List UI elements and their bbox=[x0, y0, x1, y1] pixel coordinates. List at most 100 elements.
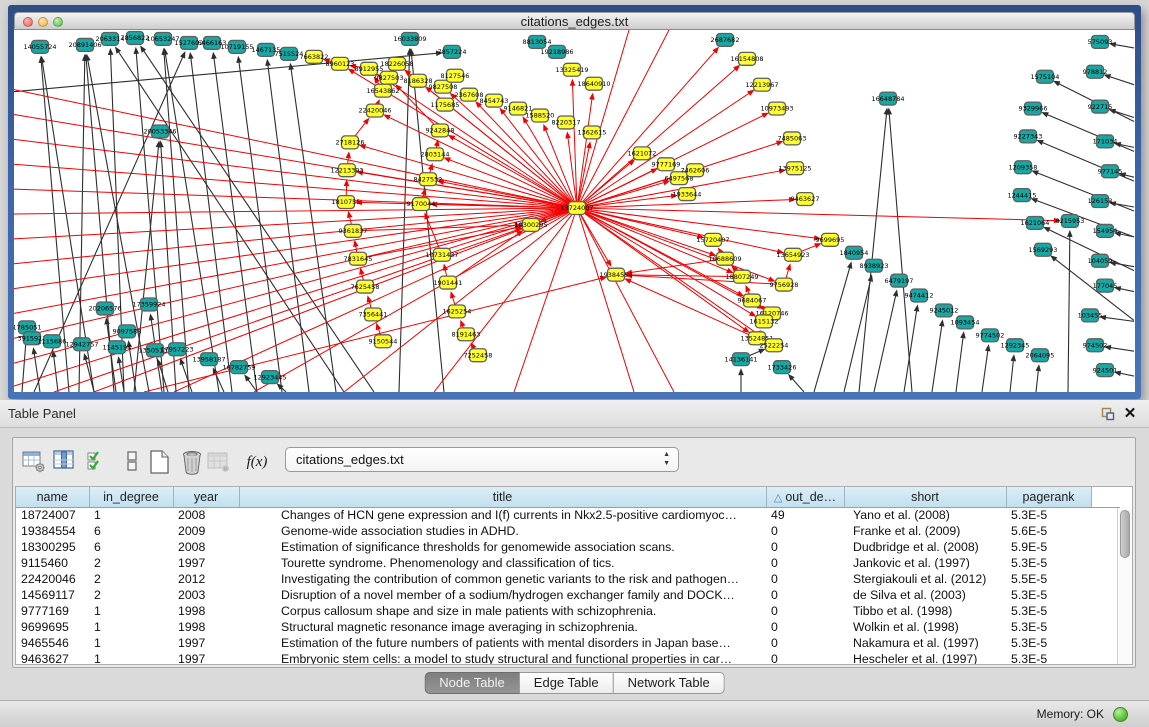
graph-node[interactable]: 8215953 bbox=[1056, 214, 1085, 227]
graph-node[interactable]: 20053346 bbox=[143, 125, 176, 138]
column-header-year[interactable]: year bbox=[173, 487, 239, 507]
table-cell[interactable]: 0 bbox=[766, 539, 844, 555]
table-cell[interactable]: Nakamura et al. (1997) bbox=[844, 635, 1006, 651]
table-cell[interactable]: 6 bbox=[89, 523, 173, 539]
graph-node[interactable]: 12213393 bbox=[330, 164, 363, 177]
graph-node[interactable]: 20206576 bbox=[88, 302, 121, 315]
table-cell[interactable]: 5.3E-5 bbox=[1006, 651, 1091, 665]
table-cell[interactable]: de Silva et al. (2003) bbox=[844, 587, 1006, 603]
column-header-pagerank[interactable]: pagerank bbox=[1006, 487, 1091, 507]
table-cell[interactable]: 9463627 bbox=[16, 651, 89, 665]
table-cell[interactable]: 0 bbox=[766, 523, 844, 539]
table-cell[interactable]: 1 bbox=[89, 603, 173, 619]
graph-node[interactable]: 16543862 bbox=[366, 84, 399, 97]
graph-node[interactable]: 8427552 bbox=[414, 173, 443, 186]
graph-node[interactable]: 1933644 bbox=[673, 188, 702, 201]
graph-node[interactable]: 1810755 bbox=[332, 196, 361, 209]
table-cell[interactable] bbox=[1091, 619, 1120, 635]
graph-node[interactable]: 13325419 bbox=[555, 63, 588, 76]
function-builder-icon[interactable]: f(x) bbox=[241, 448, 273, 476]
graph-node[interactable]: 1093454 bbox=[951, 316, 980, 329]
table-cell[interactable]: 0 bbox=[766, 651, 844, 665]
graph-node[interactable]: 7252458 bbox=[464, 349, 493, 362]
graph-node[interactable]: 922715 bbox=[1088, 100, 1113, 113]
graph-node[interactable]: 10688609 bbox=[708, 252, 741, 265]
table-row[interactable]: 969969511998Structural magnetic resonanc… bbox=[16, 619, 1120, 635]
table-cell[interactable]: 9465546 bbox=[16, 635, 89, 651]
scrollbar-thumb[interactable] bbox=[1120, 510, 1130, 558]
table-cell[interactable]: 0 bbox=[766, 587, 844, 603]
graph-node[interactable]: 16648784 bbox=[871, 92, 904, 105]
table-cell[interactable]: 5.3E-5 bbox=[1006, 619, 1091, 635]
table-cell[interactable]: Tourette syndrome. Phenomenology and cla… bbox=[239, 555, 766, 571]
table-cell[interactable]: 2012 bbox=[173, 571, 239, 587]
memory-status-icon[interactable] bbox=[1113, 707, 1128, 722]
table-cell[interactable]: 1 bbox=[89, 619, 173, 635]
graph-node[interactable]: 8220317 bbox=[552, 116, 581, 129]
table-cell[interactable]: Genome-wide association studies in ADHD. bbox=[239, 523, 766, 539]
table-cell[interactable]: Dudbridge et al. (2008) bbox=[844, 539, 1006, 555]
table-cell[interactable] bbox=[1091, 523, 1120, 539]
table-cell[interactable]: 5.3E-5 bbox=[1006, 635, 1091, 651]
tab-network-table[interactable]: Network Table bbox=[614, 672, 725, 694]
graph-node[interactable]: 2718126 bbox=[336, 136, 365, 149]
table-cell[interactable]: 0 bbox=[766, 635, 844, 651]
table-cell[interactable]: 18300295 bbox=[16, 539, 89, 555]
table-cell[interactable]: 49 bbox=[766, 507, 844, 523]
table-cell[interactable]: Investigating the contribution of common… bbox=[239, 571, 766, 587]
table-row[interactable]: 1830029562008Estimation of significance … bbox=[16, 539, 1120, 555]
graph-node[interactable]: 9684067 bbox=[738, 294, 767, 307]
table-cell[interactable]: 9699695 bbox=[16, 619, 89, 635]
graph-node[interactable]: 177045 bbox=[1093, 279, 1118, 292]
graph-node[interactable]: 8960123 bbox=[326, 57, 355, 70]
graph-node[interactable]: 575093 bbox=[1088, 35, 1113, 48]
graph-node[interactable]: 9474412 bbox=[905, 289, 934, 302]
graph-node[interactable]: 10719155 bbox=[220, 40, 253, 53]
tab-edge-table[interactable]: Edge Table bbox=[520, 672, 614, 694]
table-cell[interactable]: 5.9E-5 bbox=[1006, 539, 1091, 555]
graph-node[interactable]: 6479197 bbox=[885, 274, 914, 287]
graph-node[interactable]: 1115686 bbox=[38, 335, 67, 348]
table-cell[interactable] bbox=[1091, 635, 1120, 651]
graph-node[interactable]: 1588520 bbox=[526, 109, 555, 122]
graph-node[interactable]: 7856822 bbox=[121, 31, 150, 44]
new-table-icon[interactable] bbox=[146, 448, 172, 476]
graph-node[interactable]: 1175685 bbox=[431, 98, 460, 111]
graph-node[interactable]: 14136141 bbox=[724, 353, 757, 366]
table-cell[interactable] bbox=[1091, 555, 1120, 571]
table-cell[interactable]: 6 bbox=[89, 539, 173, 555]
table-cell[interactable]: 5.3E-5 bbox=[1006, 603, 1091, 619]
table-cell[interactable]: 2 bbox=[89, 587, 173, 603]
table-cell[interactable]: 1998 bbox=[173, 619, 239, 635]
graph-node[interactable]: 2687682 bbox=[711, 33, 740, 46]
table-cell[interactable]: 18724007 bbox=[16, 507, 89, 523]
table-cell[interactable]: 19384554 bbox=[16, 523, 89, 539]
table-cell[interactable]: 5.5E-5 bbox=[1006, 571, 1091, 587]
close-panel-icon[interactable]: ✕ bbox=[1121, 404, 1139, 424]
graph-node[interactable]: 10731437 bbox=[425, 248, 458, 261]
table-cell[interactable]: Jankovic et al. (1997) bbox=[844, 555, 1006, 571]
graph-node[interactable]: 9463627 bbox=[791, 193, 820, 206]
graph-node[interactable]: 7625458 bbox=[351, 280, 380, 293]
table-cell[interactable]: Disruption of a novel member of a sodium… bbox=[239, 587, 766, 603]
table-row[interactable]: 911546021997Tourette syndrome. Phenomeno… bbox=[16, 555, 1120, 571]
graph-node[interactable]: 18640910 bbox=[577, 77, 610, 90]
graph-node[interactable]: 104059 bbox=[1088, 254, 1113, 267]
graph-node[interactable]: 2064095 bbox=[1026, 349, 1055, 362]
table-cell[interactable]: Structural magnetic resonance image aver… bbox=[239, 619, 766, 635]
graph-node[interactable]: 9170044 bbox=[407, 198, 436, 211]
table-cell[interactable]: Changes of HCN gene expression and I(f) … bbox=[239, 507, 766, 523]
graph-node[interactable]: 12213967 bbox=[745, 78, 778, 91]
graph-node[interactable]: 974502 bbox=[1083, 339, 1108, 352]
table-row[interactable]: 1456911722003Disruption of a novel membe… bbox=[16, 587, 1120, 603]
table-cell[interactable]: Hescheler et al. (1997) bbox=[844, 651, 1006, 665]
table-cell[interactable]: Tibbo et al. (1998) bbox=[844, 603, 1006, 619]
table-row[interactable]: 946362711997Embryonic stem cells: a mode… bbox=[16, 651, 1120, 665]
table-cell[interactable]: Yano et al. (2008) bbox=[844, 507, 1006, 523]
graph-node[interactable]: 1625254 bbox=[443, 305, 472, 318]
table-settings-icon[interactable] bbox=[21, 448, 47, 476]
graph-node[interactable]: 9361837 bbox=[339, 224, 368, 237]
graph-node[interactable]: 12923445 bbox=[253, 371, 286, 384]
graph-node[interactable]: 154954 bbox=[1093, 224, 1118, 237]
table-cell[interactable]: 14569117 bbox=[16, 587, 89, 603]
